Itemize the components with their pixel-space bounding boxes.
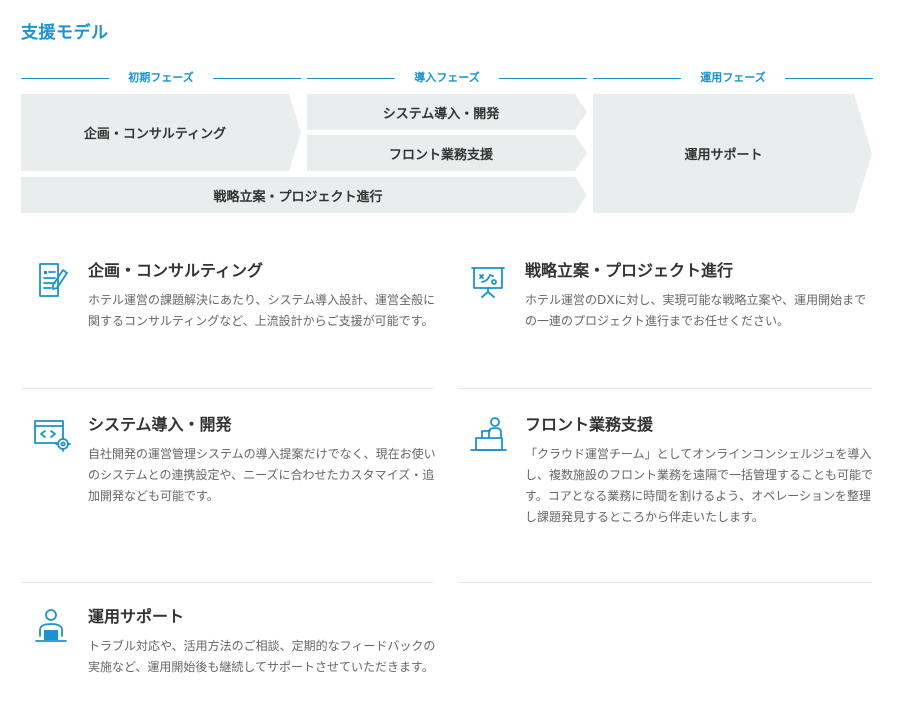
- front-desk-person-icon: [468, 414, 508, 454]
- card-desc-planning: ホテル運営の課題解決にあたり、システム導入設計、運営全般に関するコンサルティング…: [88, 293, 436, 328]
- phase-header-implementation: 導入フェーズ: [307, 70, 587, 86]
- flow-label-front: フロント業務支援: [388, 147, 493, 163]
- flow-label-strategy: 戦略立案・プロジェクト進行: [213, 189, 383, 205]
- divider-right-2: [458, 582, 872, 583]
- card-title-planning: 企画・コンサルティング: [88, 261, 264, 280]
- document-pen-icon: [31, 260, 71, 300]
- card-desc-strategy: ホテル運営のDXに対し、実現可能な戦略立案や、運用開始までの一連のプロジェクト進…: [525, 293, 867, 328]
- phase-header-initial: 初期フェーズ: [21, 70, 301, 86]
- page-title: 支援モデル: [21, 23, 109, 43]
- flow-label-system: システム導入・開発: [382, 106, 500, 122]
- flow-label-support: 運用サポート: [684, 148, 763, 163]
- operator-laptop-icon: [31, 606, 71, 646]
- divider-right-1: [458, 388, 872, 389]
- phase-header-operation: 運用フェーズ: [593, 70, 873, 86]
- presentation-board-icon: [468, 260, 508, 300]
- divider-left-1: [21, 388, 433, 389]
- flow-box-planning: 企画・コンサルティング: [21, 94, 301, 171]
- card-title-system: システム導入・開発: [88, 415, 232, 434]
- card-title-strategy: 戦略立案・プロジェクト進行: [525, 261, 734, 280]
- card-desc-support: トラブル対応や、活用方法のご相談、定期的なフィードバックの実施など、運用開始後も…: [88, 639, 436, 674]
- divider-left-2: [21, 582, 433, 583]
- flow-box-system: システム導入・開発: [307, 94, 587, 130]
- flow-box-front: フロント業務支援: [307, 135, 587, 171]
- flow-box-support: 運用サポート: [593, 94, 872, 213]
- card-title-front: フロント業務支援: [525, 415, 654, 434]
- flow-box-strategy: 戦略立案・プロジェクト進行: [21, 177, 587, 213]
- card-desc-front: 「クラウド運営チーム」としてオンラインコンシェルジュを導入し、複数施設のフロント…: [525, 447, 874, 524]
- code-window-gear-icon: [31, 414, 71, 454]
- card-desc-system: 自社開発の運営管理システムの導入提案だけでなく、現在お使いのシステムとの連携設定…: [88, 447, 436, 503]
- card-title-support: 運用サポート: [88, 607, 185, 626]
- flow-label-planning: 企画・コンサルティング: [83, 127, 227, 142]
